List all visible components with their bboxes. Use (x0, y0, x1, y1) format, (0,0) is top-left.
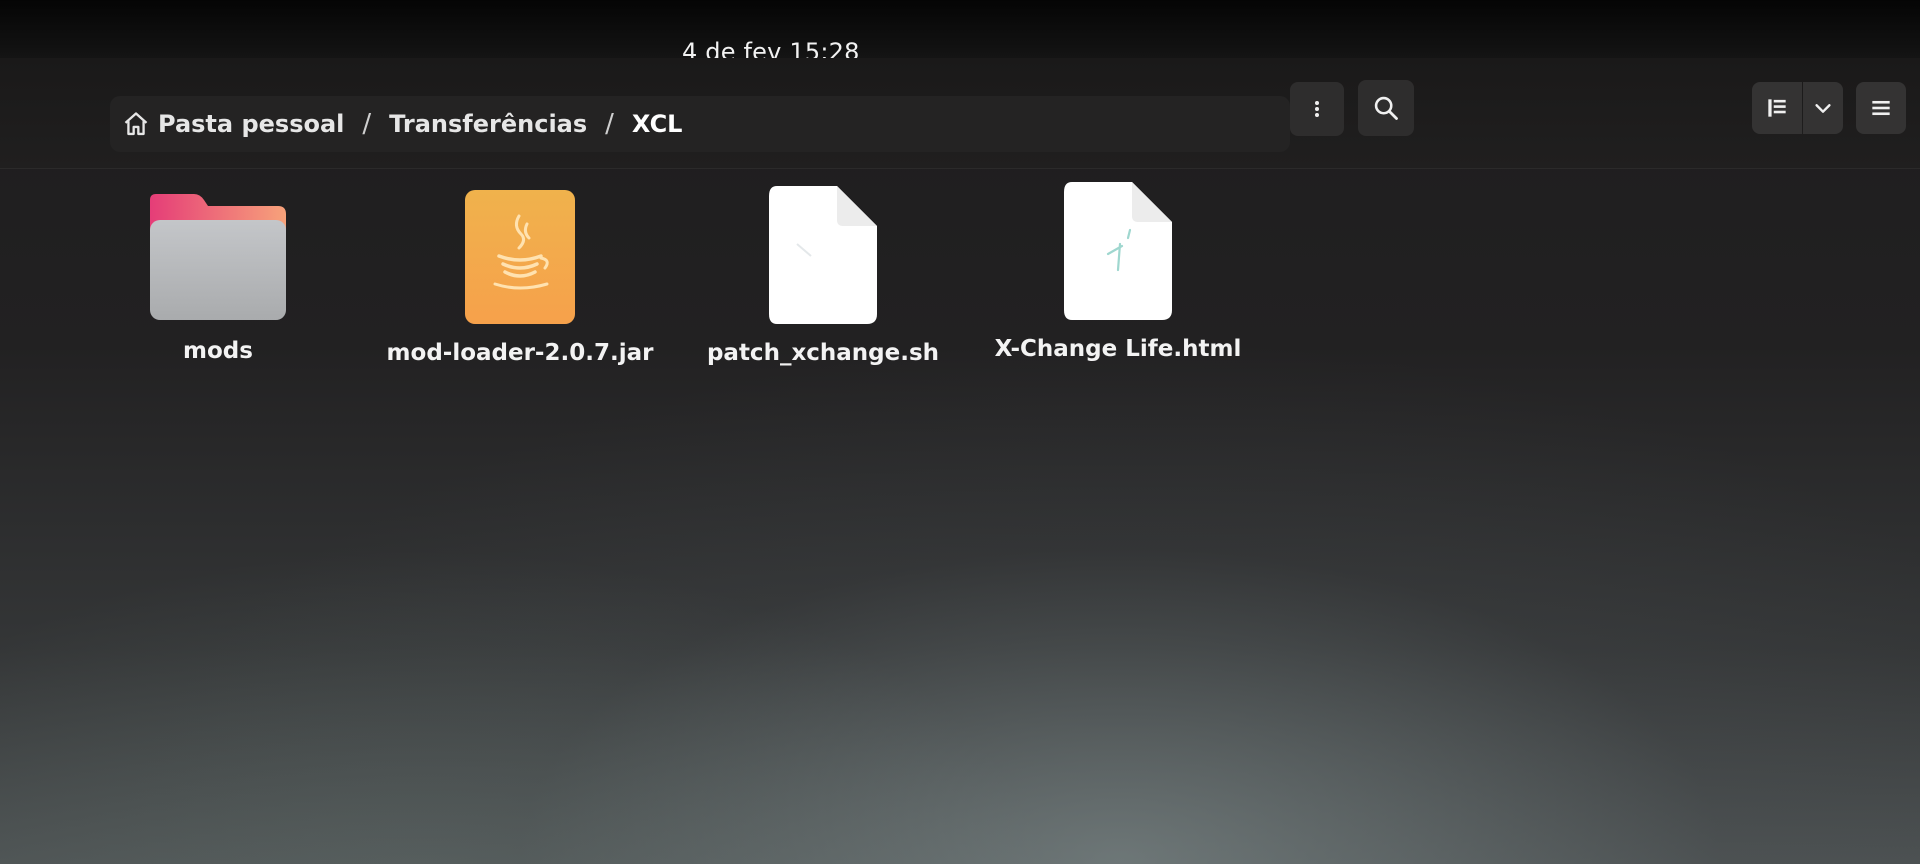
breadcrumb-label-current: XCL (631, 110, 683, 138)
file-item[interactable]: patch_xchange.sh (693, 184, 953, 366)
list-view-icon (1768, 99, 1786, 117)
breadcrumb-label-home: Pasta pessoal (158, 110, 345, 138)
top-bar: 4 de fev 15:28 (0, 0, 1920, 66)
file-name: mods (183, 338, 253, 364)
breadcrumb-downloads[interactable]: Transferências (389, 110, 587, 138)
breadcrumb-separator: / (605, 109, 614, 139)
file-name: mod-loader-2.0.7.jar (386, 340, 654, 366)
java-icon (463, 188, 577, 326)
breadcrumb-label-downloads: Transferências (389, 110, 588, 138)
breadcrumb-current[interactable]: XCL (632, 110, 683, 138)
list-view-button[interactable] (1752, 82, 1802, 134)
search-icon (1374, 96, 1398, 120)
chevron-down-icon (1815, 104, 1831, 113)
html-file-icon (1062, 180, 1174, 322)
file-name: X-Change Life.html (994, 336, 1242, 362)
file-item[interactable]: mod-loader-2.0.7.jar (387, 188, 653, 366)
home-icon (124, 112, 148, 136)
header-bar: Pasta pessoal / Transferências / XCL (0, 58, 1920, 169)
folder-icon (146, 192, 290, 324)
breadcrumb-separator: / (362, 109, 372, 139)
breadcrumb: Pasta pessoal / Transferências / XCL (110, 96, 1290, 152)
breadcrumb-home[interactable]: Pasta pessoal (122, 110, 344, 138)
hamburger-icon (1872, 100, 1890, 116)
view-options-button[interactable] (1803, 82, 1843, 134)
main-menu-button[interactable] (1856, 82, 1906, 134)
file-name: patch_xchange.sh (706, 340, 940, 366)
document-icon (767, 184, 879, 326)
search-button[interactable] (1358, 80, 1414, 136)
vertical-dots-icon (1315, 101, 1319, 117)
file-item[interactable]: mods (88, 192, 348, 364)
file-grid: mods mod-loader-2.0.7.jar patch_xchange.… (0, 168, 1920, 864)
folder-menu-button[interactable] (1290, 82, 1344, 136)
file-item[interactable]: X-Change Life.html (988, 180, 1248, 362)
